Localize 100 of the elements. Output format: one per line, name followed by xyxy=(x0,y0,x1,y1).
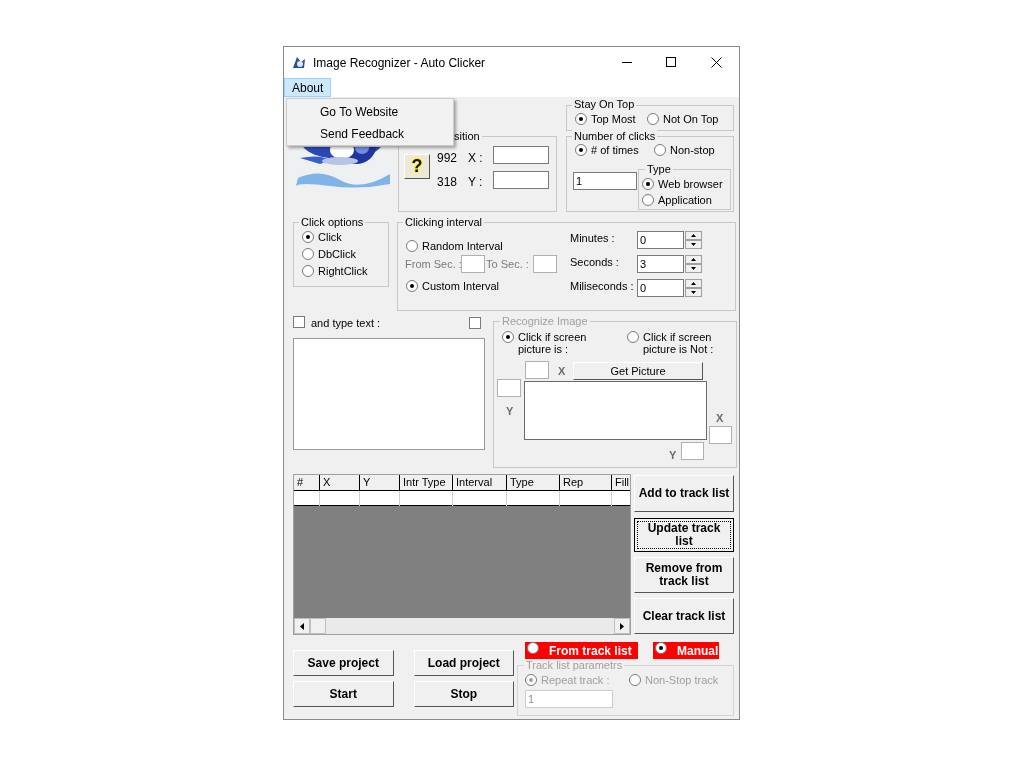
text-area[interactable] xyxy=(293,338,485,450)
radio-label: DbClick xyxy=(318,248,356,261)
group-title: Click options xyxy=(299,216,366,229)
spin-input-field[interactable]: 0 xyxy=(637,279,684,297)
close-icon xyxy=(710,56,722,68)
minimize-icon xyxy=(622,61,632,63)
input-field[interactable] xyxy=(681,442,704,460)
axis-label: Y xyxy=(669,448,677,463)
group-title: Number of clicks xyxy=(572,130,658,143)
input-field[interactable] xyxy=(709,426,732,444)
radio-label: Top Most xyxy=(591,113,636,126)
to-seconds-field[interactable] xyxy=(533,255,557,273)
input-field[interactable] xyxy=(525,361,549,379)
menu-item[interactable]: Send Feedback xyxy=(320,125,405,143)
spin-down-button[interactable] xyxy=(685,288,702,297)
radio-label: From track list xyxy=(548,643,632,660)
group-title: Stay On Top xyxy=(572,98,637,111)
spin-input-field[interactable]: 0 xyxy=(637,231,684,249)
radio-button[interactable] xyxy=(406,280,418,292)
spin-down-button[interactable] xyxy=(685,240,702,249)
y-label: Y : xyxy=(468,174,483,191)
menu-item[interactable]: Go To Website xyxy=(320,103,399,121)
up-arrow-icon xyxy=(691,258,696,261)
from-seconds-field[interactable] xyxy=(461,255,485,273)
spin-up-button[interactable] xyxy=(685,255,702,264)
down-arrow-icon xyxy=(691,243,696,246)
count-input-field[interactable]: 1 xyxy=(573,172,637,190)
checkbox[interactable] xyxy=(293,316,305,328)
radio-label: Non-stop xyxy=(670,144,715,157)
radio-label: Click if screen picture is Not : xyxy=(643,331,715,355)
field-label: Seconds : xyxy=(570,255,619,270)
scroll-right-button[interactable] xyxy=(614,618,630,634)
radio-label: Not On Top xyxy=(663,113,719,126)
x-reading: 992 xyxy=(437,150,458,167)
axis-label: X xyxy=(558,364,566,379)
scroll-thumb[interactable] xyxy=(310,618,326,634)
x-label: X : xyxy=(468,150,483,167)
radio-button[interactable] xyxy=(654,144,666,156)
radio-label: Manual xyxy=(676,643,719,660)
radio-label: Click xyxy=(318,231,342,244)
input-field[interactable] xyxy=(497,379,521,397)
radio-button[interactable] xyxy=(302,231,314,243)
group-title: sition xyxy=(454,130,482,143)
radio-label: Click if screen picture is : xyxy=(518,331,588,355)
action-button[interactable]: Start xyxy=(293,681,394,707)
radio-label: Random Interval xyxy=(422,240,503,253)
field-label: Miliseconds : xyxy=(570,279,634,294)
radio-label: # of times xyxy=(591,144,639,157)
action-button[interactable]: Stop xyxy=(413,681,514,707)
radio-button[interactable] xyxy=(655,642,667,654)
left-arrow-icon xyxy=(300,622,304,630)
radio-label: Repeat track : xyxy=(541,674,610,687)
radio-button[interactable] xyxy=(302,265,314,277)
maximize-icon xyxy=(666,57,676,67)
table-row[interactable] xyxy=(294,491,630,506)
radio-button[interactable] xyxy=(642,194,654,206)
menu-item[interactable]: About xyxy=(284,78,332,97)
horizontal-scrollbar[interactable] xyxy=(294,618,630,634)
radio-label: Application xyxy=(658,194,712,207)
radio-button[interactable] xyxy=(575,113,587,125)
track-list-button[interactable]: Remove from track list xyxy=(634,557,734,593)
radio-label: RightClick xyxy=(318,265,368,278)
field-label: Minutes : xyxy=(570,231,615,246)
checkbox[interactable] xyxy=(469,317,481,329)
group-title: Track list parametrs xyxy=(524,659,625,672)
action-button[interactable]: Save project xyxy=(293,650,394,676)
radio-button[interactable] xyxy=(627,331,639,343)
axis-label: X xyxy=(716,411,724,426)
axis-label: Y xyxy=(506,404,514,419)
y-input-field[interactable] xyxy=(493,171,549,189)
right-arrow-icon xyxy=(620,622,624,630)
checkbox-label: and type text : xyxy=(311,316,381,331)
radio-button[interactable] xyxy=(302,248,314,260)
radio-button[interactable] xyxy=(502,331,514,343)
get-picture-button[interactable]: Get Picture xyxy=(573,362,703,380)
spin-up-button[interactable] xyxy=(685,279,702,288)
track-list-button[interactable]: Clear track list xyxy=(634,598,734,634)
spin-input-field[interactable]: 3 xyxy=(637,255,684,273)
window-title: Image Recognizer - Auto Clicker xyxy=(313,55,486,72)
track-list-button[interactable]: Add to track list xyxy=(634,475,734,512)
radio-button[interactable] xyxy=(642,178,654,190)
field-label: To Sec. : xyxy=(486,257,529,272)
scroll-left-button[interactable] xyxy=(294,618,310,634)
radio-button[interactable] xyxy=(647,113,659,125)
group-title: Recognize Image xyxy=(500,315,590,328)
spin-down-button[interactable] xyxy=(685,264,702,273)
radio-label: Web browser xyxy=(658,178,723,191)
action-button[interactable]: Load project xyxy=(413,650,514,676)
radio-button[interactable] xyxy=(406,240,418,252)
down-arrow-icon xyxy=(691,267,696,270)
help-button[interactable]: ? xyxy=(404,154,430,179)
radio-button[interactable] xyxy=(527,642,539,654)
radio-label: Custom Interval xyxy=(422,280,500,293)
track-list-button[interactable]: Update track list xyxy=(634,518,734,552)
y-reading: 318 xyxy=(437,174,458,191)
radio-button[interactable] xyxy=(575,144,587,156)
down-arrow-icon xyxy=(691,291,696,294)
spin-up-button[interactable] xyxy=(685,231,702,240)
x-input-field[interactable] xyxy=(493,146,549,164)
up-arrow-icon xyxy=(691,234,696,237)
